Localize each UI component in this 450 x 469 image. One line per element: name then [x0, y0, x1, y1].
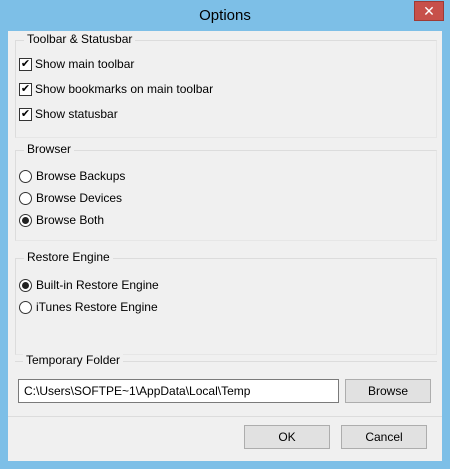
window-title: Options: [199, 7, 251, 24]
checkbox-show-bookmarks[interactable]: ✔ Show bookmarks on main toolbar: [19, 81, 213, 97]
radio-label: iTunes Restore Engine: [36, 300, 158, 314]
browser-group: Browser Browse Backups Browse Devices Br…: [15, 142, 437, 241]
radio-builtin-restore[interactable]: Built-in Restore Engine: [19, 277, 159, 293]
restore-engine-group: Restore Engine Built-in Restore Engine i…: [15, 250, 437, 355]
toolbar-statusbar-group: Toolbar & Statusbar ✔ Show main toolbar …: [15, 32, 437, 138]
checkbox-box[interactable]: ✔: [19, 82, 32, 96]
close-icon: ✕: [423, 2, 435, 19]
title-bar[interactable]: Options ✕: [0, 0, 450, 30]
radio-button[interactable]: [19, 191, 32, 205]
dialog-client: Toolbar & Statusbar ✔ Show main toolbar …: [8, 31, 442, 461]
radio-dot-icon: [22, 216, 29, 224]
radio-browse-backups[interactable]: Browse Backups: [19, 168, 125, 184]
check-icon: ✔: [20, 82, 31, 95]
radio-browse-devices[interactable]: Browse Devices: [19, 190, 122, 206]
radio-label: Browse Devices: [36, 191, 123, 205]
footer-divider: [8, 416, 442, 417]
checkbox-box[interactable]: ✔: [19, 57, 32, 71]
temp-folder-path-input[interactable]: C:\Users\SOFTPE~1\AppData\Local\Temp: [18, 379, 339, 403]
checkbox-label: Show statusbar: [35, 107, 118, 121]
checkbox-label: Show bookmarks on main toolbar: [35, 82, 214, 96]
radio-button-selected[interactable]: [19, 213, 32, 227]
check-icon: ✔: [20, 57, 31, 70]
cancel-button[interactable]: Cancel: [341, 425, 427, 449]
close-button[interactable]: ✕: [414, 1, 444, 21]
radio-label: Browse Backups: [36, 169, 126, 183]
group-title-temp: Temporary Folder: [23, 353, 124, 367]
radio-button[interactable]: [19, 169, 32, 183]
options-window: Options ✕ Toolbar & Statusbar ✔ Show mai…: [0, 0, 450, 469]
checkbox-box[interactable]: ✔: [19, 107, 32, 121]
radio-itunes-restore[interactable]: iTunes Restore Engine: [19, 299, 158, 315]
group-title-toolbar: Toolbar & Statusbar: [24, 32, 136, 46]
checkbox-label: Show main toolbar: [35, 57, 135, 71]
radio-dot-icon: [22, 281, 29, 289]
radio-button-selected[interactable]: [19, 278, 32, 292]
group-title-browser: Browser: [24, 142, 75, 156]
radio-button[interactable]: [19, 300, 32, 314]
radio-label: Browse Both: [36, 213, 105, 227]
checkbox-show-main-toolbar[interactable]: ✔ Show main toolbar: [19, 56, 134, 72]
browse-button[interactable]: Browse: [345, 379, 431, 403]
group-title-restore: Restore Engine: [24, 250, 113, 264]
ok-button[interactable]: OK: [244, 425, 330, 449]
radio-browse-both[interactable]: Browse Both: [19, 212, 104, 228]
checkbox-show-statusbar[interactable]: ✔ Show statusbar: [19, 106, 118, 122]
radio-label: Built-in Restore Engine: [36, 278, 159, 292]
check-icon: ✔: [20, 107, 31, 120]
